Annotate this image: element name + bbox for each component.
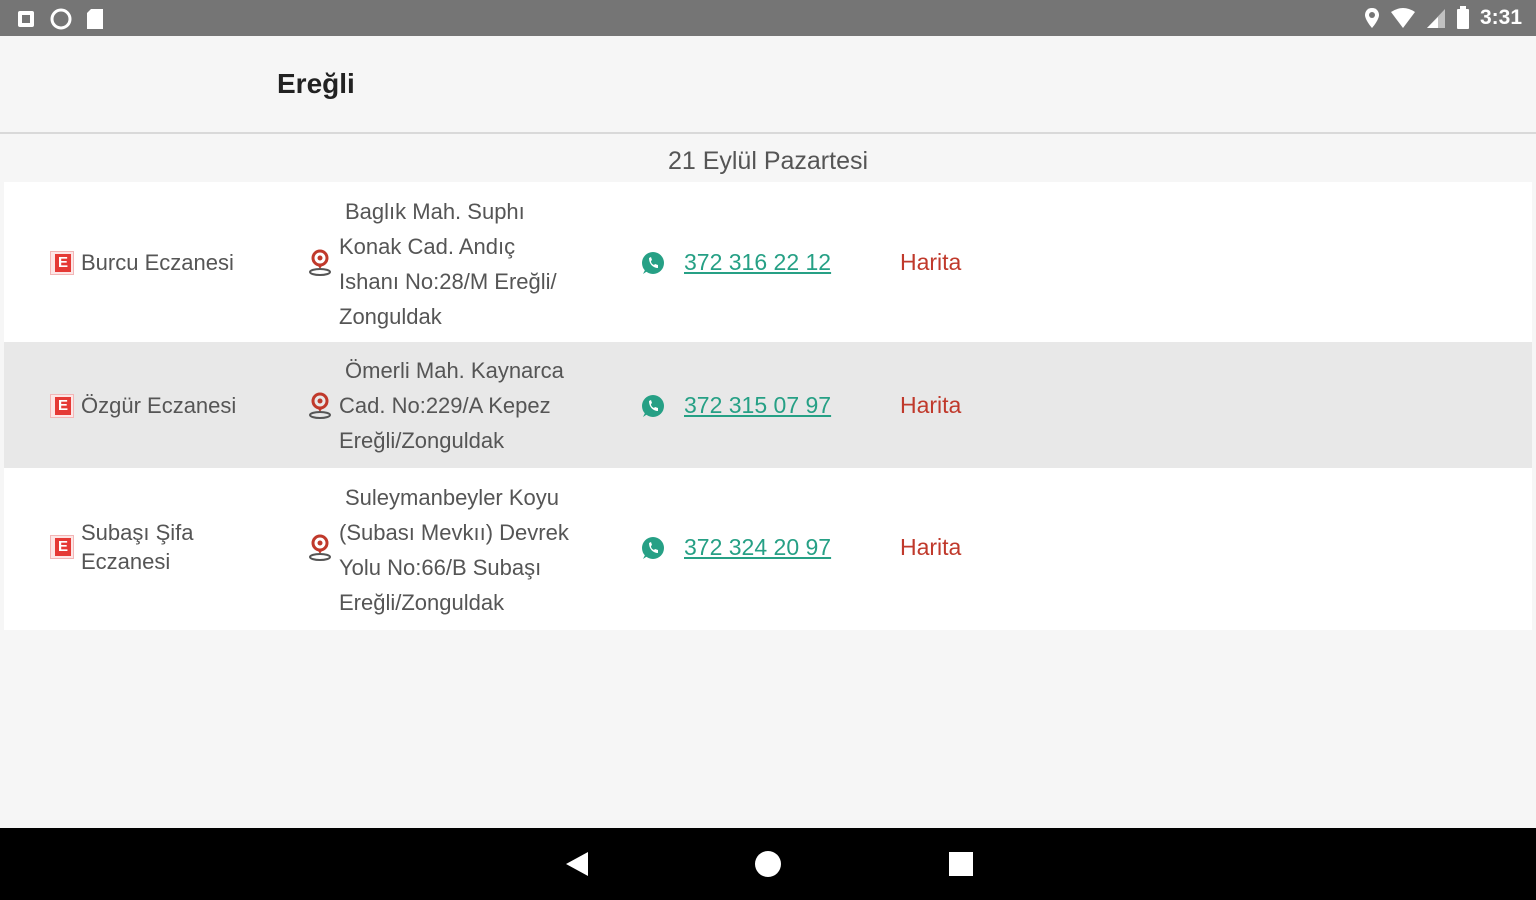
- circle-icon: [50, 8, 72, 30]
- date-header: 21 Eylül Pazartesi: [667, 147, 869, 175]
- map-link[interactable]: Harita: [900, 249, 961, 276]
- pharmacy-name: Burcu Eczanesi: [81, 250, 234, 275]
- home-icon[interactable]: [754, 850, 782, 878]
- map-link[interactable]: Harita: [900, 534, 961, 561]
- pharmacy-address: Suleymanbeyler Koyu (Subası Mevkıı) Devr…: [339, 485, 569, 615]
- pharmacy-name: Subaşı Şifa Eczanesi: [81, 520, 194, 574]
- app-bar: Ereğli: [0, 36, 1536, 134]
- navigation-bar: [0, 828, 1536, 900]
- back-icon[interactable]: [564, 850, 590, 878]
- signal-icon: [1426, 9, 1445, 28]
- pharmacy-name: Özgür Eczanesi: [81, 393, 237, 418]
- sd-card-icon: [87, 9, 103, 29]
- phone-link[interactable]: 372 316 22 12: [684, 249, 831, 276]
- map-link[interactable]: Harita: [900, 392, 961, 419]
- pharmacy-icon: E: [50, 394, 74, 418]
- whatsapp-icon[interactable]: [640, 250, 666, 276]
- phone-link[interactable]: 372 315 07 97: [684, 392, 831, 419]
- pharmacy-address: Baglık Mah. Suphı Konak Cad. Andıç Ishan…: [339, 199, 557, 329]
- notification-icon: [18, 11, 34, 27]
- whatsapp-icon[interactable]: [640, 535, 666, 561]
- status-time: 3:31: [1479, 6, 1522, 29]
- pharmacy-icon: E: [50, 535, 74, 559]
- status-bar: 3:31: [0, 0, 1536, 36]
- whatsapp-icon[interactable]: [640, 393, 666, 419]
- location-pin-icon: [309, 392, 331, 419]
- location-pin-icon: [309, 249, 331, 276]
- battery-icon: [1456, 6, 1469, 29]
- location-pin-icon: [309, 534, 331, 561]
- wifi-icon: [1390, 8, 1415, 28]
- list-item: E Subaşı Şifa Eczanesi Suleymanbeyler Ko…: [4, 468, 1532, 630]
- pharmacy-address: Ömerli Mah. Kaynarca Cad. No:229/A Kepez…: [339, 358, 564, 453]
- page-title: Ereğli: [277, 68, 355, 99]
- location-icon: [1364, 8, 1379, 28]
- list-item: E Özgür Eczanesi Ömerli Mah. Kaynarca Ca…: [4, 342, 1532, 468]
- pharmacy-icon: E: [50, 251, 74, 275]
- phone-link[interactable]: 372 324 20 97: [684, 534, 831, 561]
- pharmacy-list: E Burcu Eczanesi Baglık Mah. Suphı Konak…: [4, 182, 1532, 630]
- list-item: E Burcu Eczanesi Baglık Mah. Suphı Konak…: [4, 182, 1532, 342]
- recents-icon[interactable]: [948, 850, 974, 878]
